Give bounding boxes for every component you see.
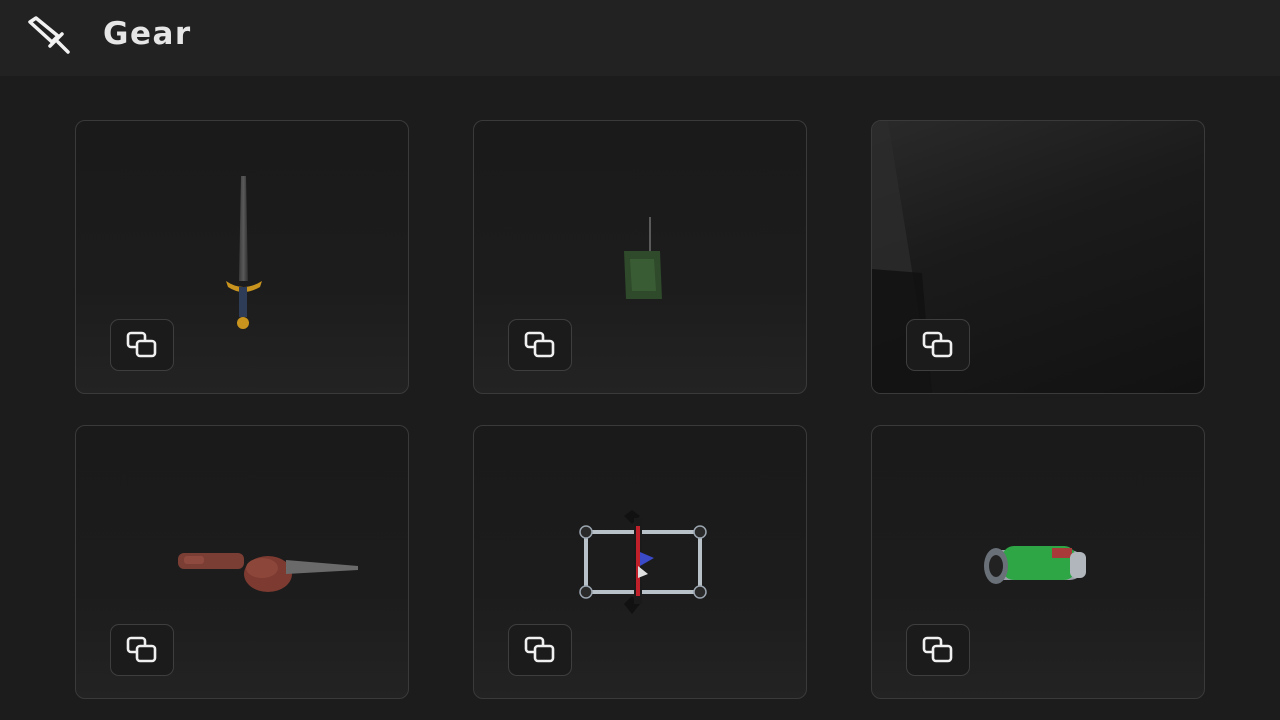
copy-button[interactable] bbox=[110, 624, 174, 676]
copy-button[interactable] bbox=[906, 319, 970, 371]
gear-card-dark-item[interactable] bbox=[871, 120, 1205, 394]
sword-icon bbox=[28, 16, 70, 54]
copy-icon bbox=[524, 636, 555, 663]
gear-card-backpack[interactable] bbox=[473, 120, 807, 394]
copy-icon bbox=[922, 331, 953, 358]
copy-button[interactable] bbox=[906, 624, 970, 676]
copy-icon bbox=[524, 331, 555, 358]
gear-card-sword[interactable] bbox=[75, 120, 409, 394]
gear-card-cage[interactable] bbox=[473, 425, 807, 699]
gear-card-launcher[interactable] bbox=[871, 425, 1205, 699]
copy-button[interactable] bbox=[110, 319, 174, 371]
copy-icon bbox=[126, 331, 157, 358]
copy-button[interactable] bbox=[508, 624, 572, 676]
copy-icon bbox=[922, 636, 953, 663]
gear-card-drill[interactable] bbox=[75, 425, 409, 699]
page-title: Gear bbox=[103, 16, 192, 52]
copy-icon bbox=[126, 636, 157, 663]
header-bar: Gear bbox=[0, 0, 1280, 76]
copy-button[interactable] bbox=[508, 319, 572, 371]
